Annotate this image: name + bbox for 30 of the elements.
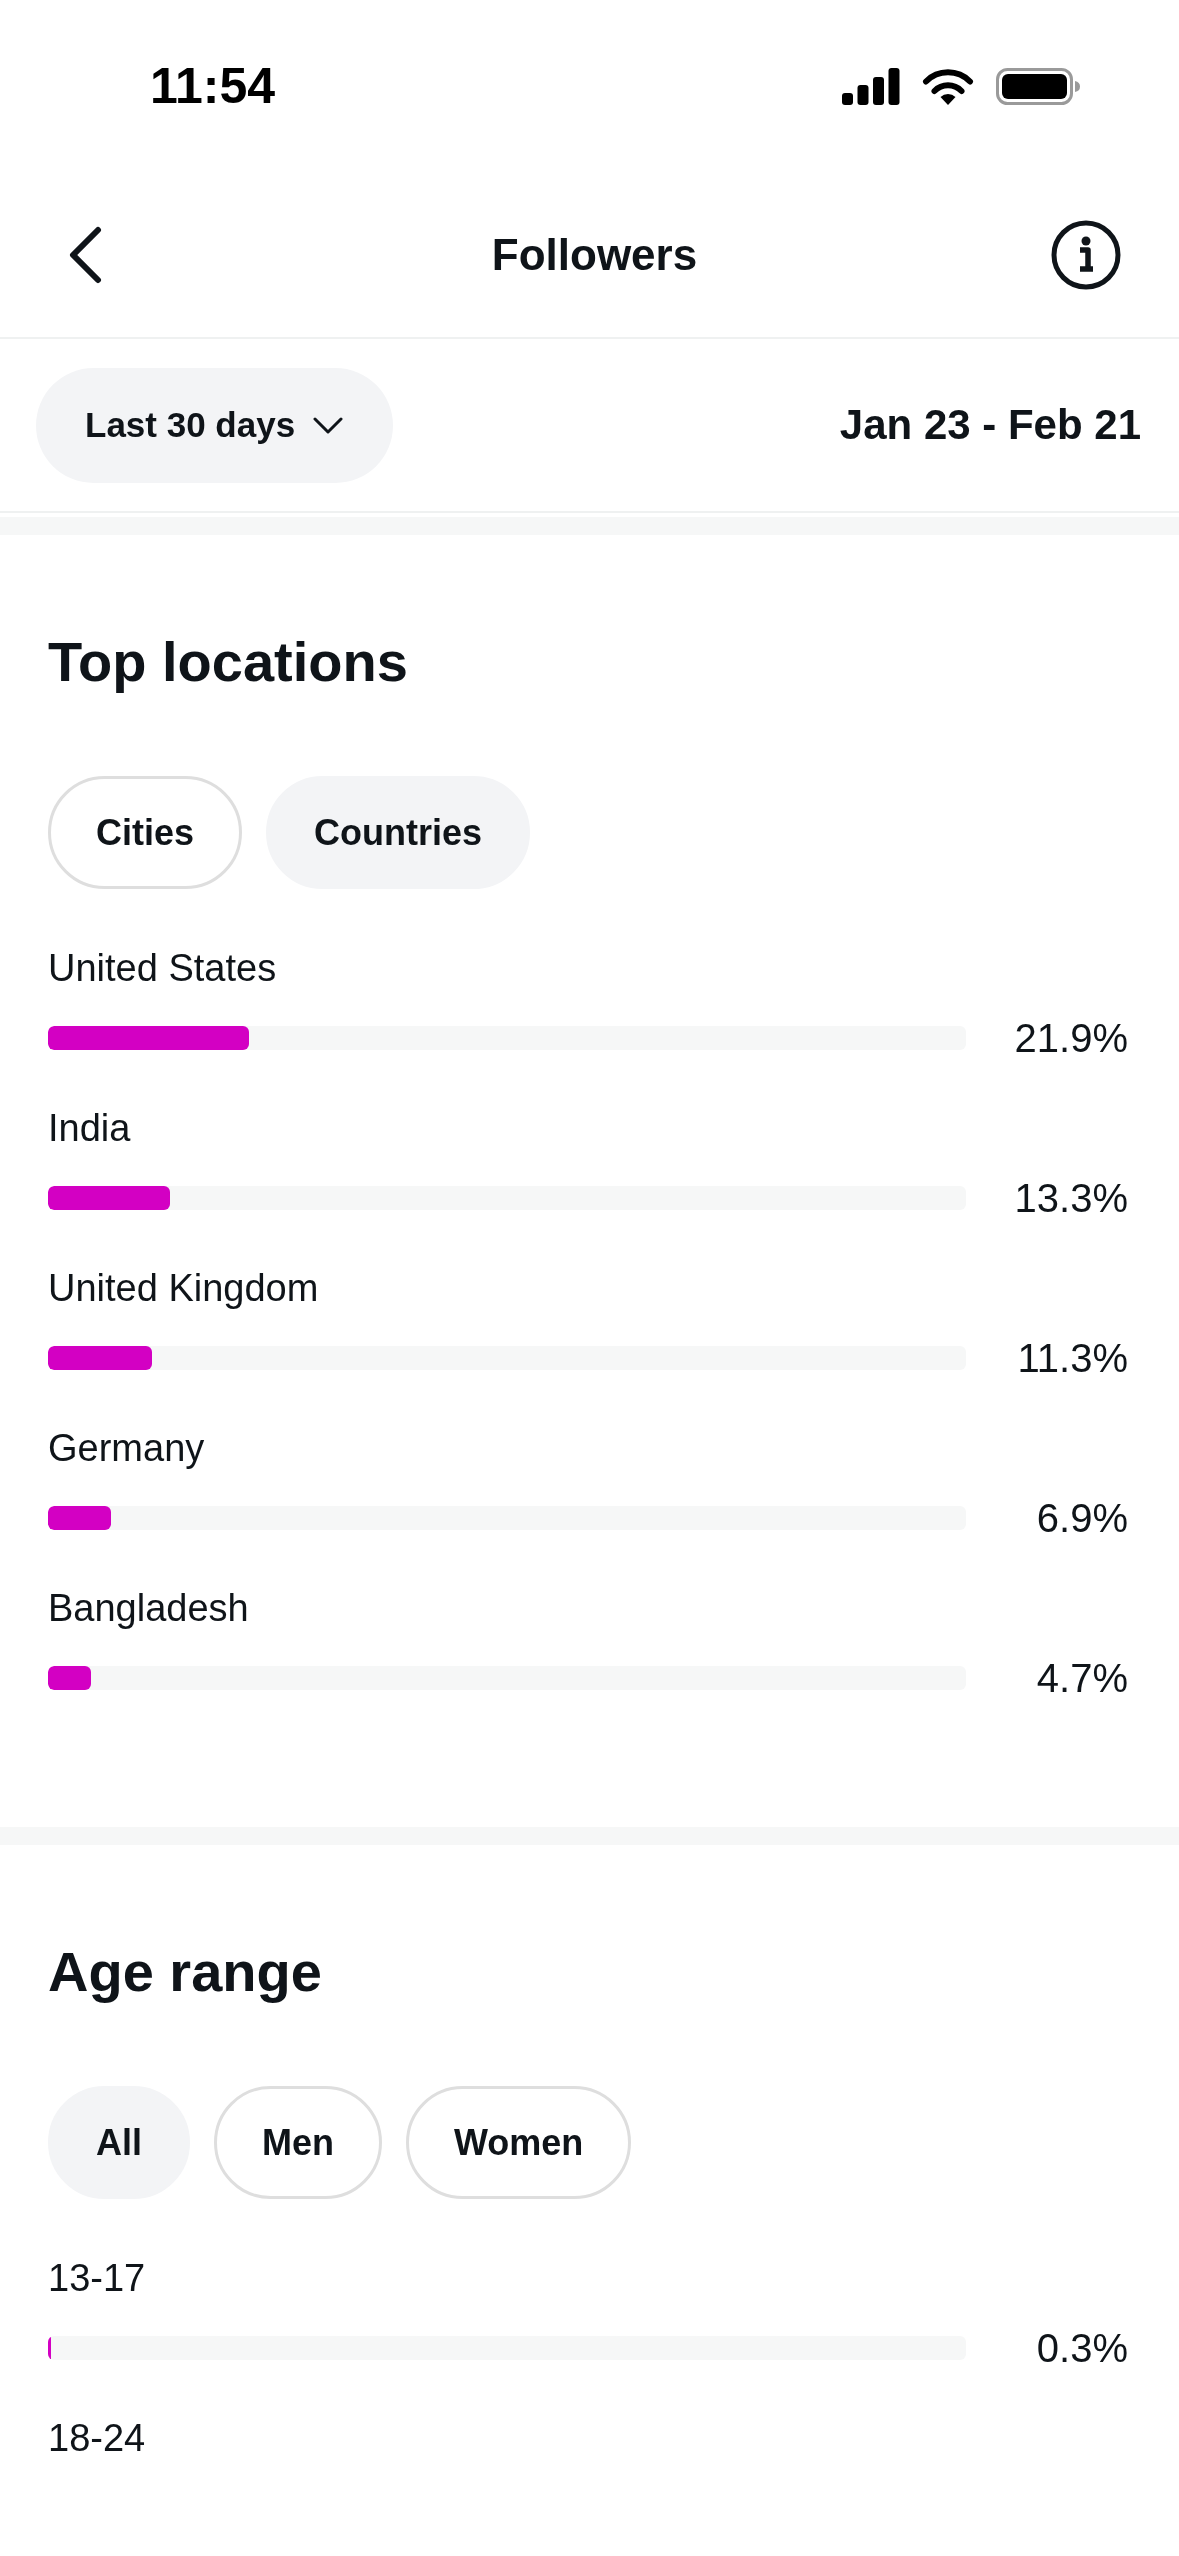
row-label: 18-24 <box>48 2416 147 2461</box>
wifi-icon <box>922 67 974 105</box>
row-label: 13-17 <box>48 2256 147 2301</box>
section-title: Top locations <box>48 629 409 695</box>
page-title: Followers <box>491 229 698 280</box>
filter-chip[interactable]: All <box>48 2086 190 2199</box>
chevron-down-icon <box>313 416 344 434</box>
row-label: Germany <box>48 1426 206 1471</box>
chevron-left-icon[interactable] <box>68 225 102 284</box>
filter-chip[interactable]: Women <box>406 2086 632 2199</box>
row-label: United States <box>48 946 278 991</box>
percentage-value: 0.3% <box>1035 2325 1128 2371</box>
date-range: Jan 23 - Feb 21 <box>839 401 1141 449</box>
row-label: United Kingdom <box>48 1266 320 1311</box>
percentage-value: 21.9% <box>1013 1015 1128 1061</box>
signal-icon <box>842 67 900 105</box>
percentage-value: 4.7% <box>1035 1655 1128 1701</box>
percentage-value: 11.3% <box>1016 1335 1128 1381</box>
battery-icon <box>996 67 1080 105</box>
percentage-value: 6.9% <box>1035 1495 1128 1541</box>
row-label: India <box>48 1106 132 1151</box>
row-label: Bangladesh <box>48 1586 250 1631</box>
period-dropdown[interactable]: Last 30 days <box>36 367 394 483</box>
info-icon[interactable] <box>1051 219 1121 290</box>
section-title: Age range <box>48 1939 323 2005</box>
filter-chip[interactable]: Men <box>214 2086 382 2199</box>
percentage-value: 13.3% <box>1013 1175 1128 1221</box>
status-time: 11:54 <box>150 57 276 115</box>
filter-chip[interactable]: Countries <box>266 776 531 889</box>
filter-chip[interactable]: Cities <box>48 776 243 889</box>
